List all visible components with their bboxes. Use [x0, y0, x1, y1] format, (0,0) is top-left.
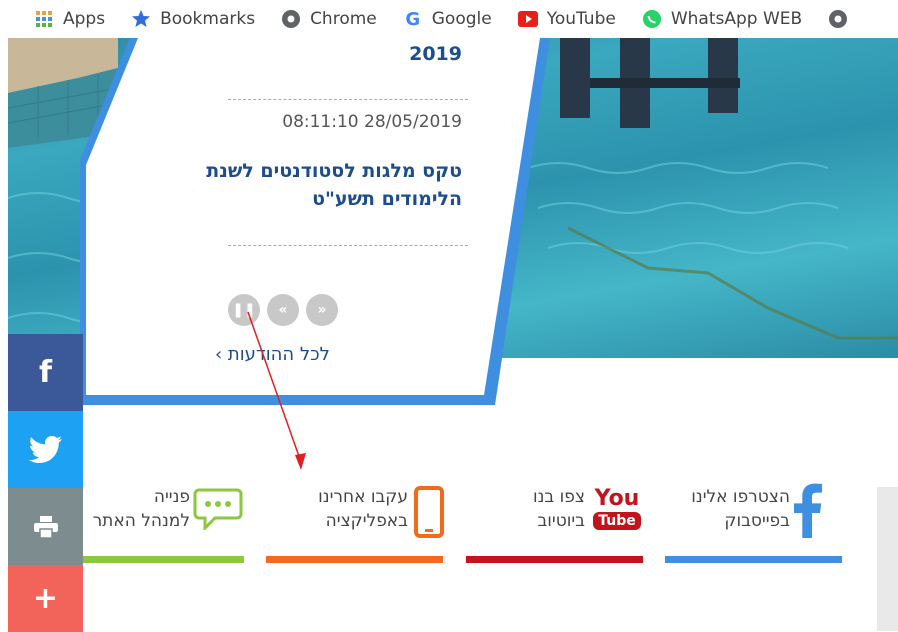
- bookmark-bookmarks[interactable]: Bookmarks: [131, 9, 255, 29]
- divider: [228, 245, 468, 246]
- divider: [228, 99, 468, 100]
- news-card: 2019 08:11:10 28/05/2019 טקס מלגות לסטוד…: [0, 0, 898, 420]
- bookmark-label: WhatsApp WEB: [670, 9, 803, 29]
- bookmark-more[interactable]: [828, 9, 857, 29]
- pause-icon[interactable]: ❚❚: [228, 294, 260, 326]
- chat-bubble-icon: [193, 488, 243, 530]
- smartphone-icon: [414, 486, 444, 538]
- star-icon: [131, 9, 151, 29]
- youtube-icon: [517, 9, 538, 29]
- app-underline: [266, 556, 443, 563]
- bookmark-google[interactable]: G Google: [403, 8, 492, 30]
- all-news-link[interactable]: לכל ההודעות ›: [215, 344, 330, 365]
- bookmarks-bar: Apps Bookmarks Chrome G Google YouTube W…: [0, 0, 898, 38]
- bookmark-label: Bookmarks: [160, 9, 256, 29]
- news-date: 08:11:10 28/05/2019: [282, 112, 462, 132]
- bookmark-whatsapp[interactable]: WhatsApp WEB: [642, 9, 802, 29]
- side-panel-edge: [877, 487, 898, 631]
- bookmark-chrome[interactable]: Chrome: [281, 9, 377, 29]
- chrome-icon: [828, 9, 848, 29]
- bookmark-label: Chrome: [310, 9, 377, 29]
- app-link-line2: באפליקציה: [325, 511, 408, 531]
- plus-icon: +: [32, 581, 59, 616]
- youtube-link-line2: ביוטיוב: [537, 511, 585, 531]
- twitter-icon: [28, 435, 62, 463]
- printer-icon: [33, 515, 58, 538]
- next-icon[interactable]: »: [306, 294, 338, 326]
- whatsapp-icon: [642, 9, 662, 29]
- facebook-underline: [665, 556, 842, 563]
- youtube-logo-icon: You Tube: [593, 486, 641, 530]
- print-button[interactable]: [8, 488, 83, 565]
- app-link-line1: עקבו אחרינו: [318, 487, 408, 507]
- bookmark-label: Apps: [63, 9, 106, 29]
- facebook-icon: f: [38, 355, 53, 390]
- bookmark-youtube[interactable]: YouTube: [517, 9, 616, 29]
- social-share-sidebar: f +: [8, 334, 83, 632]
- facebook-link-line2: בפייסבוק: [724, 511, 790, 531]
- apps-grid-icon: [34, 9, 54, 29]
- bookmark-label: Google: [431, 9, 492, 29]
- chrome-icon: [281, 9, 301, 29]
- facebook-link-line1: הצטרפו אלינו: [691, 487, 790, 507]
- youtube-underline: [466, 556, 643, 563]
- bookmark-apps[interactable]: Apps: [34, 9, 105, 29]
- news-title-link[interactable]: טקס מלגות לסטודנטים לשנת הלימודים תשע"ט: [170, 157, 462, 213]
- facebook-icon: [794, 483, 822, 538]
- google-icon: G: [405, 8, 421, 30]
- twitter-share-button[interactable]: [8, 411, 83, 488]
- youtube-link-line1: צפו בנו: [532, 487, 585, 507]
- prev-icon[interactable]: «: [267, 294, 299, 326]
- quick-links: הצטרפו אלינו בפייסבוק You Tube צפו בנו ב…: [0, 470, 870, 570]
- news-prev-title-fragment: 2019: [409, 43, 462, 65]
- bookmark-label: YouTube: [546, 9, 616, 29]
- contact-underline: [67, 556, 244, 563]
- more-share-button[interactable]: +: [8, 565, 83, 632]
- facebook-share-button[interactable]: f: [8, 334, 83, 411]
